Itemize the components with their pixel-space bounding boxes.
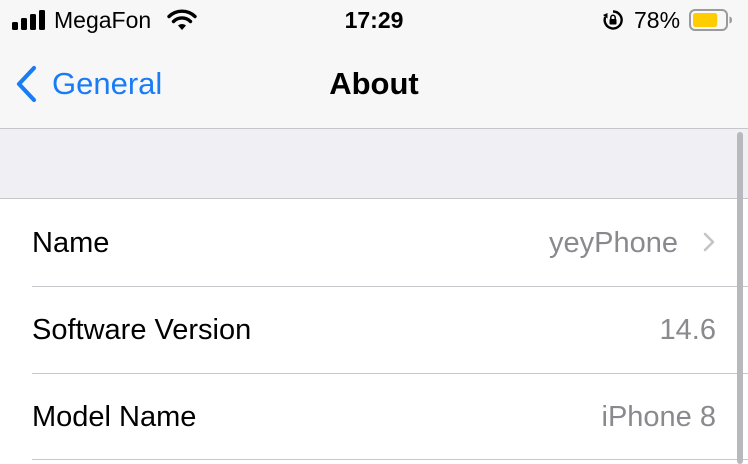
battery-icon (689, 9, 732, 31)
row-divider (32, 459, 748, 460)
navigation-bar: General About (0, 40, 748, 129)
chevron-left-icon (16, 65, 37, 103)
signal-icon (12, 10, 46, 30)
carrier-name: MegaFon (54, 7, 152, 33)
row-value: 14.6 (659, 314, 716, 346)
list-item-software-version: Software Version 14.6 (0, 286, 748, 373)
row-value: iPhone 8 (601, 401, 717, 433)
status-bar: MegaFon 17:29 78% (0, 0, 748, 40)
battery-percentage: 78% (634, 7, 681, 33)
list-item-model-name: Model Name iPhone 8 (0, 373, 748, 460)
scrollbar[interactable] (737, 132, 743, 464)
row-label: Name (32, 227, 110, 259)
row-value: yeyPhone (549, 227, 678, 259)
page-title: About (329, 66, 419, 101)
chevron-right-icon (703, 232, 715, 252)
row-label: Software Version (32, 314, 252, 346)
list-item-name[interactable]: Name yeyPhone (0, 199, 748, 286)
section-header (0, 129, 748, 199)
back-button-label: General (52, 66, 163, 101)
status-time: 17:29 (344, 7, 404, 33)
settings-list: Name yeyPhone Software Version 14.6 Mode… (0, 199, 748, 460)
wifi-icon (167, 9, 197, 30)
back-button[interactable]: General (12, 60, 162, 108)
row-label: Model Name (32, 401, 197, 433)
rotation-lock-icon (603, 10, 623, 30)
